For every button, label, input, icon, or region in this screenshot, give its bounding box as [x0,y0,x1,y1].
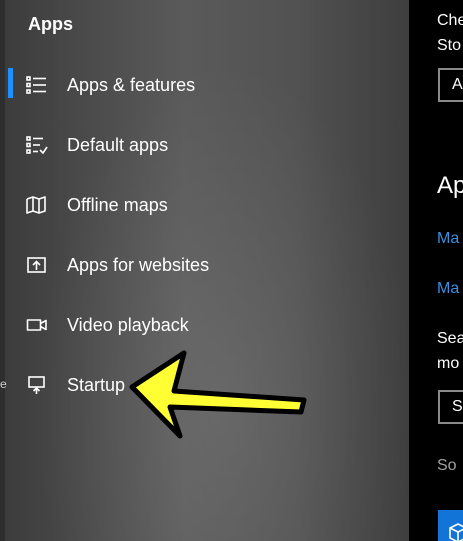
app-tile-icon [438,510,463,541]
content-text: Che [437,12,463,29]
sort-label: So [437,457,457,474]
content-button[interactable]: A [438,68,463,102]
content-link[interactable]: Ma [437,230,459,248]
content-pane: Che Sto A Ap Ma Ma Sea mo S So [409,0,463,541]
content-link[interactable]: Ma [437,280,459,298]
content-text: Sea [437,330,463,347]
settings-sidebar: e Apps Apps & features Default apps Offl… [0,0,409,541]
search-input[interactable]: S [438,390,463,424]
content-text: Sto [437,37,462,54]
content-text: mo [437,355,460,372]
section-heading: Ap [437,172,463,199]
content-button-label: A [452,76,463,93]
search-input-placeholder: S [452,398,463,415]
yellow-arrow-annotation [129,350,307,439]
